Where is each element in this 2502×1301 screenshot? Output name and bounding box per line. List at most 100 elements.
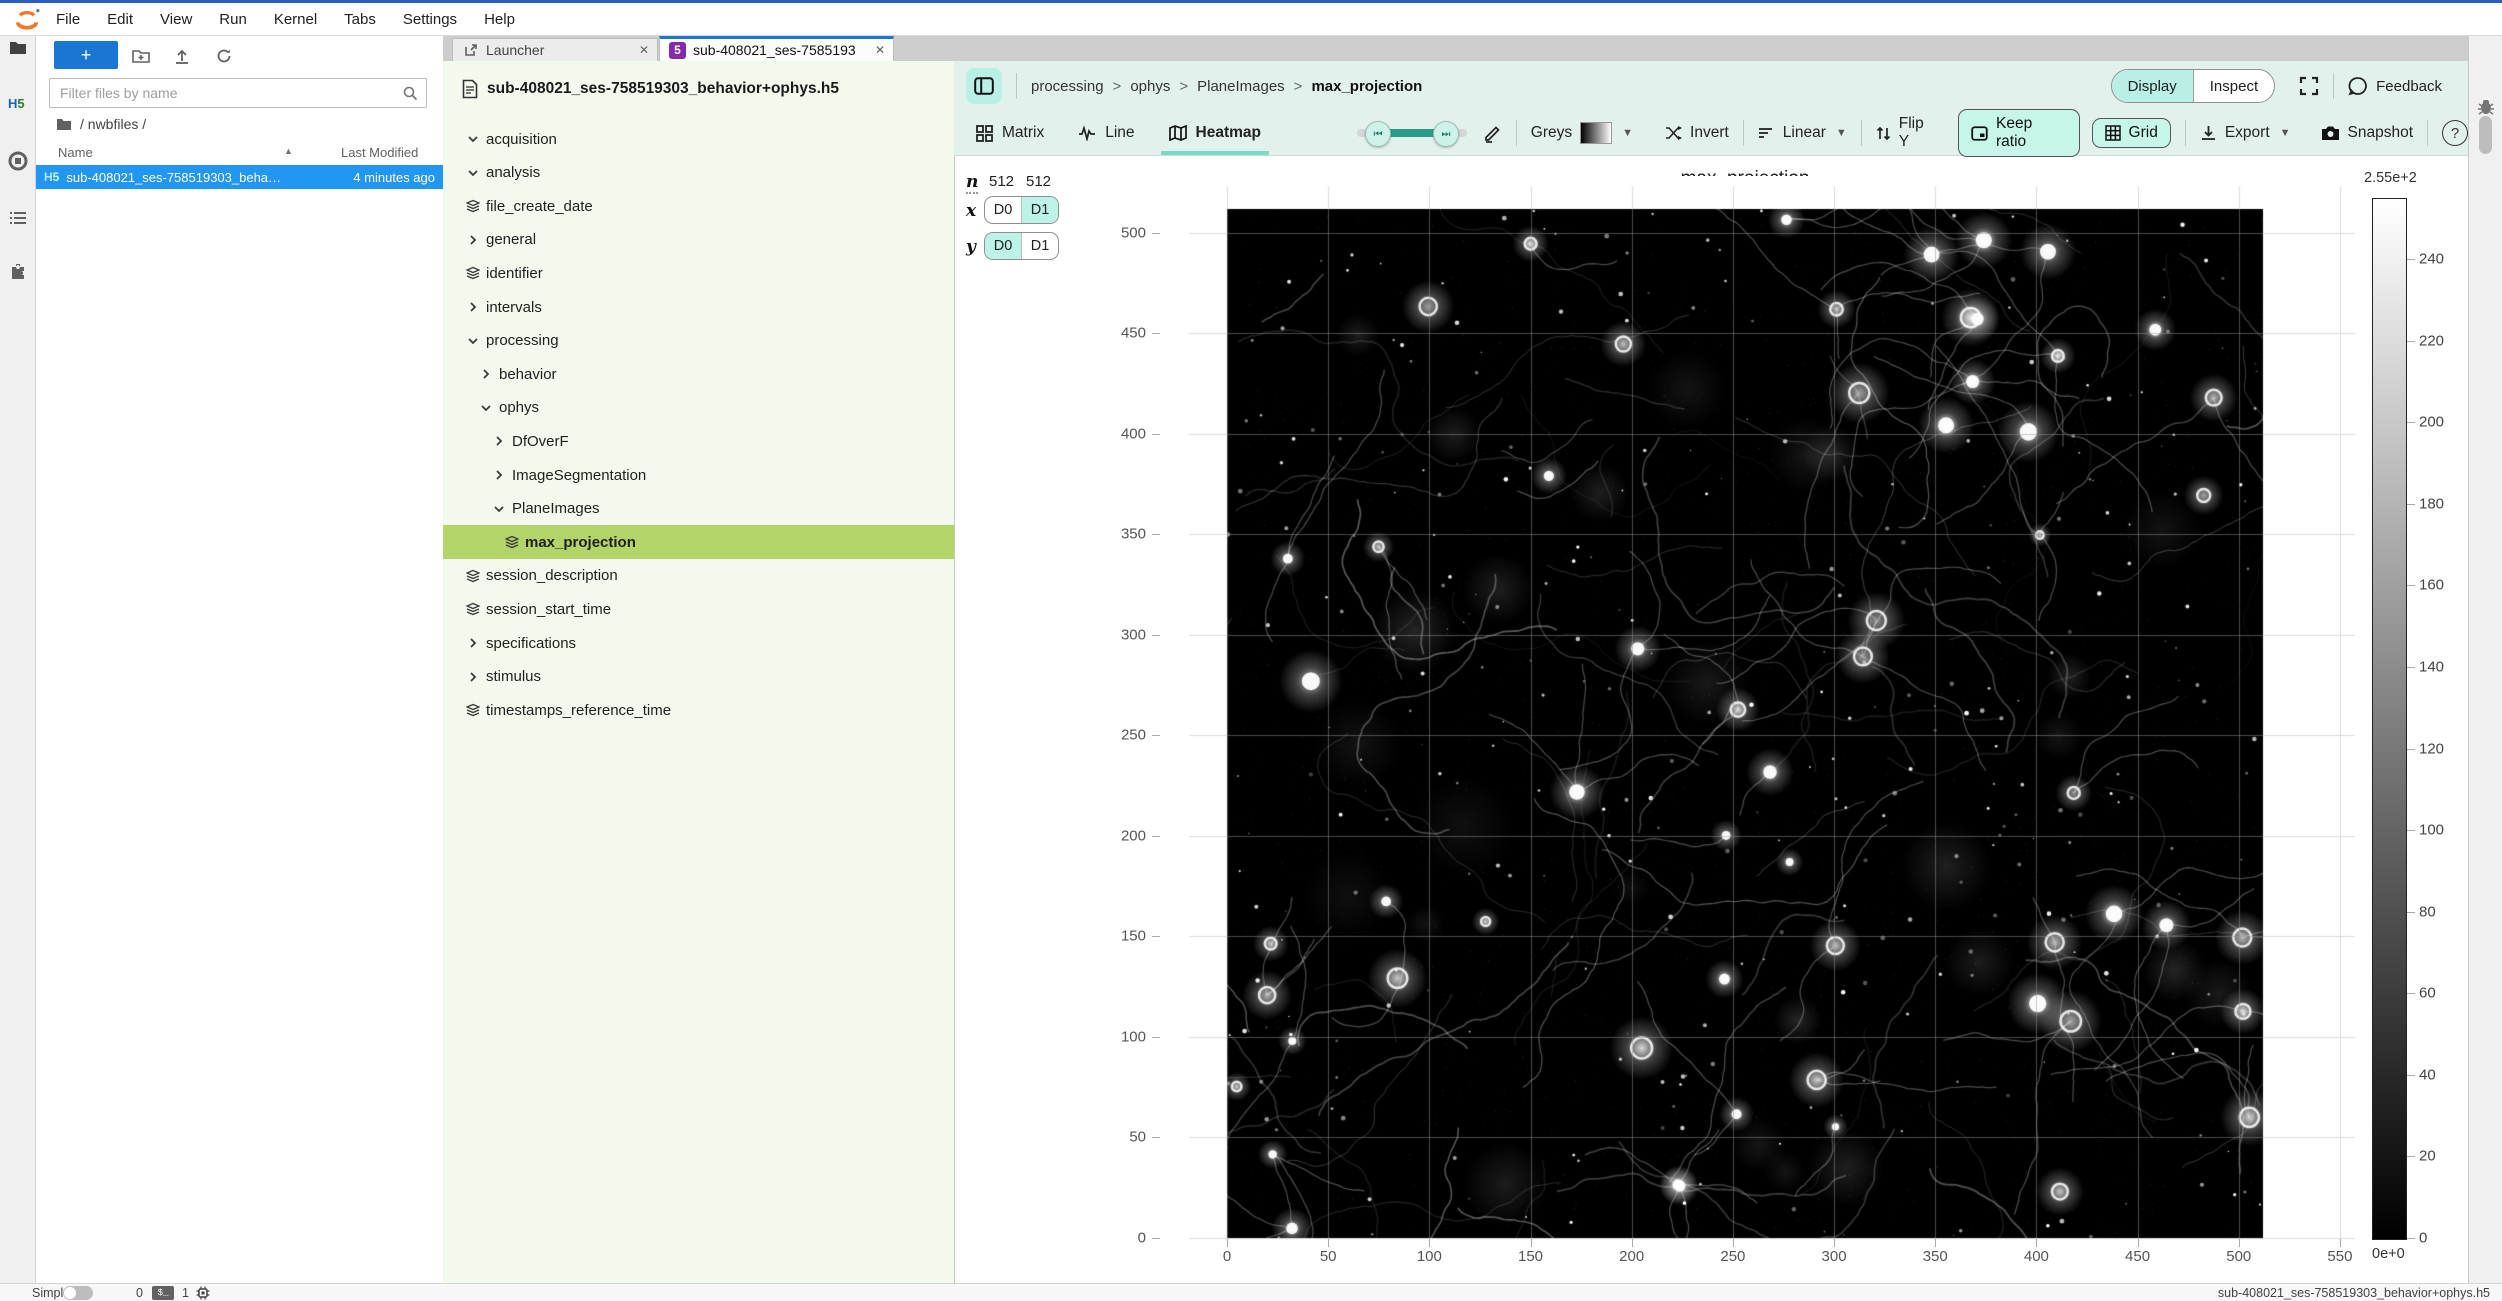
x-tick-mark — [2138, 1239, 2139, 1247]
toggle-explorer-button[interactable] — [966, 68, 1002, 104]
tree-item-timestamps_reference_time[interactable]: timestamps_reference_time — [443, 693, 954, 727]
tree-item-analysis[interactable]: analysis — [443, 156, 954, 190]
tree-item-specifications[interactable]: specifications — [443, 626, 954, 660]
close-icon[interactable]: ✕ — [639, 43, 649, 57]
kernel-chip-icon[interactable] — [196, 1286, 210, 1300]
colorbar-tick-label: 20 — [2419, 1148, 2436, 1165]
tree-item-session_start_time[interactable]: session_start_time — [443, 592, 954, 626]
camera-icon — [2321, 125, 2340, 141]
viewer-header: processing > ophys > PlaneImages > max_p… — [954, 61, 2468, 111]
tree-item-label: stimulus — [486, 668, 541, 685]
crumb-processing[interactable]: processing — [1031, 78, 1104, 95]
menu-item-run[interactable]: Run — [219, 11, 247, 28]
tree-item-identifier[interactable]: identifier — [443, 256, 954, 290]
file-row-selected[interactable]: H5 sub-408021_ses-758519303_beha… 4 minu… — [36, 165, 443, 189]
display-mode-button[interactable]: Display — [2112, 70, 2193, 102]
slider-max-handle[interactable]: ⏭ — [1433, 121, 1459, 147]
colorbar-tick-label: 140 — [2419, 659, 2444, 676]
new-launcher-button[interactable]: + — [54, 41, 118, 69]
colorbar[interactable] — [2372, 198, 2407, 1240]
dimension-mapper: n 512 512 x D0 D1 y D0 D1 — [962, 168, 1072, 268]
terminal-icon[interactable]: $_ — [152, 1286, 174, 1300]
tree-item-max_projection[interactable]: max_projection — [443, 525, 954, 559]
colorbar-tick-label: 80 — [2419, 903, 2436, 920]
menu-item-help[interactable]: Help — [484, 11, 515, 28]
x-mapper-label: x — [966, 201, 976, 221]
crumb-planeimages[interactable]: PlaneImages — [1197, 78, 1285, 95]
filter-files-input[interactable] — [49, 78, 427, 108]
vis-tab-heatmap[interactable]: Heatmap — [1169, 111, 1261, 155]
heatmap-canvas[interactable] — [1165, 176, 2362, 1261]
terminals-count: 0 — [136, 1286, 143, 1300]
keep-ratio-toggle[interactable]: Keep ratio — [1958, 109, 2080, 157]
domain-slider[interactable]: ⏮ ⏭ — [1357, 120, 1467, 146]
tree-item-ImageSegmentation[interactable]: ImageSegmentation — [443, 458, 954, 492]
colorbar-tick-label: 180 — [2419, 495, 2444, 512]
close-icon[interactable]: ✕ — [875, 43, 885, 57]
snapshot-button[interactable]: Snapshot — [2321, 124, 2414, 142]
refresh-icon[interactable] — [215, 47, 233, 65]
menu-item-file[interactable]: File — [56, 11, 80, 28]
chevron-right-icon — [466, 636, 480, 650]
column-name[interactable]: Name — [58, 145, 93, 160]
tree-item-DfOverF[interactable]: DfOverF — [443, 424, 954, 458]
colorbar-tick-mark — [2407, 1238, 2415, 1239]
simple-mode-toggle[interactable] — [63, 1286, 93, 1300]
tree-item-stimulus[interactable]: stimulus — [443, 660, 954, 694]
right-strip-handle[interactable] — [2479, 116, 2492, 154]
flip-y-toggle[interactable]: Flip Y — [1876, 115, 1938, 151]
debugger-bug-icon[interactable] — [2476, 96, 2496, 116]
tree-item-processing[interactable]: processing — [443, 324, 954, 358]
export-download-icon — [2200, 125, 2217, 142]
running-kernels-icon[interactable] — [8, 151, 28, 171]
vis-tab-line[interactable]: Line — [1078, 111, 1134, 155]
tree-item-PlaneImages[interactable]: PlaneImages — [443, 492, 954, 526]
tree-item-acquisition[interactable]: acquisition — [443, 122, 954, 156]
x-dim-d0-button[interactable]: D0 — [985, 197, 1021, 223]
tree-item-file_create_date[interactable]: file_create_date — [443, 189, 954, 223]
y-dim-d1-button[interactable]: D1 — [1021, 233, 1058, 259]
hdf5-panel-icon[interactable]: H5 — [8, 96, 28, 116]
scale-select[interactable]: Linear ▼ — [1758, 124, 1847, 142]
menu-item-tabs[interactable]: Tabs — [344, 11, 376, 28]
menu-item-view[interactable]: View — [160, 11, 192, 28]
menu-item-edit[interactable]: Edit — [107, 11, 133, 28]
tab-h5-file[interactable]: 5 sub-408021_ses-7585193 ✕ — [659, 36, 894, 61]
column-last-modified[interactable]: Last Modified — [341, 145, 418, 160]
slider-min-handle[interactable]: ⏮ — [1365, 121, 1391, 147]
sort-asc-icon[interactable]: ▲ — [284, 146, 293, 156]
feedback-button[interactable]: Feedback — [2348, 76, 2442, 96]
extensions-icon[interactable] — [8, 262, 28, 282]
new-folder-icon[interactable] — [132, 47, 150, 65]
upload-icon[interactable] — [173, 47, 191, 65]
tab-launcher[interactable]: Launcher ✕ — [452, 38, 658, 61]
colorbar-tick-label: 100 — [2419, 822, 2444, 839]
edit-domain-pencil-icon[interactable] — [1483, 124, 1502, 143]
x-tick-mark — [2239, 1239, 2240, 1247]
export-menu[interactable]: Export ▼ — [2200, 124, 2291, 142]
help-button[interactable]: ? — [2442, 120, 2468, 146]
file-browser-icon[interactable] — [8, 38, 28, 58]
tree-item-intervals[interactable]: intervals — [443, 290, 954, 324]
tree-item-ophys[interactable]: ophys — [443, 391, 954, 425]
vis-tab-matrix[interactable]: Matrix — [976, 111, 1044, 155]
grid-toggle[interactable]: Grid — [2092, 118, 2171, 148]
colorbar-tick-mark — [2407, 912, 2415, 913]
invert-toggle[interactable]: Invert — [1665, 124, 1729, 142]
divider — [1861, 120, 1862, 146]
menu-item-settings[interactable]: Settings — [403, 11, 457, 28]
tree-item-session_description[interactable]: session_description — [443, 559, 954, 593]
fullscreen-icon[interactable] — [2299, 76, 2319, 96]
colorbar-tick-label: 0 — [2419, 1230, 2427, 1247]
y-dim-d0-button[interactable]: D0 — [985, 233, 1021, 259]
table-of-contents-icon[interactable] — [8, 208, 28, 228]
crumb-ophys[interactable]: ophys — [1130, 78, 1170, 95]
tree-item-general[interactable]: general — [443, 223, 954, 257]
colormap-select[interactable]: Greys ▼ — [1531, 122, 1633, 144]
menu-item-kernel[interactable]: Kernel — [274, 11, 317, 28]
inspect-mode-button[interactable]: Inspect — [2193, 70, 2274, 102]
x-dim-d1-button[interactable]: D1 — [1021, 197, 1058, 223]
tree-item-behavior[interactable]: behavior — [443, 357, 954, 391]
chevron-down-icon — [492, 502, 506, 516]
file-path-breadcrumb[interactable]: / nwbfiles / — [56, 114, 146, 134]
